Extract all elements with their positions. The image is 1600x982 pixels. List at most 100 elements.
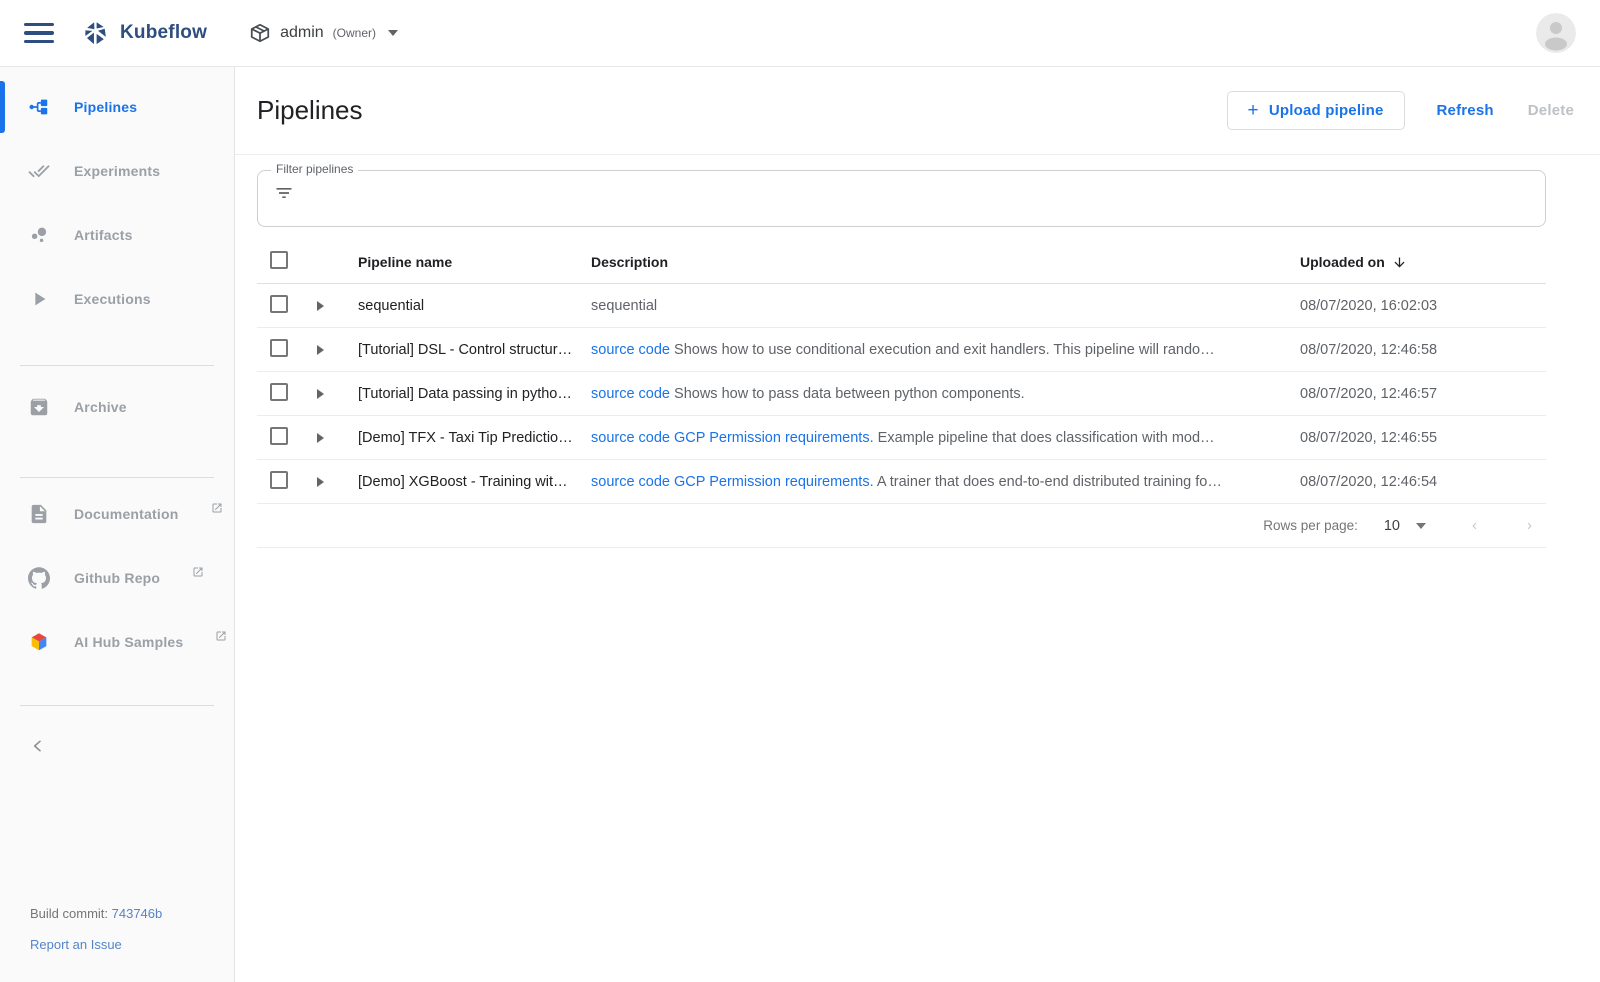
namespace-selector[interactable]: admin (Owner) — [249, 22, 398, 44]
refresh-button[interactable]: Refresh — [1435, 96, 1496, 125]
rows-per-page-value: 10 — [1384, 518, 1400, 534]
next-page-button[interactable] — [1523, 517, 1536, 535]
pipelines-table: Pipeline name Description Uploaded on — [257, 240, 1546, 548]
description-link[interactable]: GCP Permission requirements. — [674, 430, 874, 446]
divider — [20, 705, 214, 706]
sidebar: Pipelines Experiments Artifacts — [0, 67, 235, 982]
plus-icon: + — [1248, 104, 1259, 118]
expand-row-icon[interactable] — [317, 477, 324, 487]
pipeline-name-link[interactable]: [Demo] TFX - Taxi Tip Predictio… — [345, 430, 591, 446]
table-row[interactable]: [Tutorial] Data passing in pytho… source… — [257, 372, 1546, 416]
chevron-down-icon — [388, 30, 398, 36]
chevron-down-icon — [1416, 523, 1426, 529]
sidebar-item-label: AI Hub Samples — [74, 634, 183, 650]
sidebar-item-label: Archive — [74, 399, 127, 415]
sidebar-item-ai-hub-samples[interactable]: AI Hub Samples — [0, 618, 234, 666]
pipelines-icon — [28, 96, 50, 118]
build-commit-link[interactable]: 743746b — [112, 906, 163, 921]
row-checkbox[interactable] — [270, 339, 288, 357]
table-row[interactable]: sequential sequential 08/07/2020, 16:02:… — [257, 284, 1546, 328]
kubeflow-logo-icon — [82, 20, 109, 47]
sidebar-item-label: Executions — [74, 291, 151, 307]
sidebar-item-label: Artifacts — [74, 227, 133, 243]
sidebar-item-artifacts[interactable]: Artifacts — [0, 211, 234, 259]
page-toolbar: Pipelines + Upload pipeline Refresh Dele… — [235, 67, 1600, 155]
executions-icon — [28, 288, 50, 310]
documentation-icon — [28, 503, 50, 525]
pipeline-description: source code GCP Permission requirements.… — [591, 474, 1300, 490]
menu-icon[interactable] — [24, 19, 54, 48]
sidebar-item-archive[interactable]: Archive — [0, 383, 234, 431]
pipeline-name-link[interactable]: [Demo] XGBoost - Training wit… — [345, 474, 591, 490]
namespace-name: admin — [280, 24, 324, 42]
row-checkbox[interactable] — [270, 383, 288, 401]
description-link[interactable]: source code — [591, 342, 670, 358]
divider — [20, 365, 214, 366]
sidebar-item-experiments[interactable]: Experiments — [0, 147, 234, 195]
column-header-description[interactable]: Description — [591, 254, 1300, 270]
toolbar-actions: + Upload pipeline Refresh Delete — [1227, 91, 1576, 130]
sort-descending-icon[interactable] — [1392, 255, 1407, 270]
column-header-uploaded-on[interactable]: Uploaded on — [1300, 253, 1546, 270]
table-header: Pipeline name Description Uploaded on — [257, 240, 1546, 284]
rows-per-page-label: Rows per page: — [1263, 518, 1358, 533]
description-text: Shows how to use conditional execution a… — [670, 342, 1215, 358]
expand-row-icon[interactable] — [317, 433, 324, 443]
uploaded-on-value: 08/07/2020, 12:46:55 — [1300, 430, 1546, 446]
namespace-role: (Owner) — [333, 26, 376, 40]
description-link[interactable]: source code — [591, 430, 670, 446]
uploaded-on-value: 08/07/2020, 16:02:03 — [1300, 298, 1546, 314]
active-indicator — [0, 81, 5, 133]
pipeline-description: source code Shows how to use conditional… — [591, 342, 1300, 358]
sidebar-item-github-repo[interactable]: Github Repo — [0, 554, 234, 602]
sidebar-item-label: Pipelines — [74, 99, 137, 115]
chevron-left-icon — [30, 738, 46, 754]
collapse-sidebar-button[interactable] — [0, 722, 234, 770]
table-row[interactable]: [Tutorial] DSL - Control structur… sourc… — [257, 328, 1546, 372]
build-commit-label: Build commit: — [30, 906, 112, 921]
description-text: A trainer that does end-to-end distribut… — [874, 474, 1222, 490]
pipeline-name-link[interactable]: [Tutorial] Data passing in pytho… — [345, 386, 591, 402]
experiments-icon — [28, 160, 50, 182]
sidebar-item-executions[interactable]: Executions — [0, 275, 234, 323]
sidebar-footer: Build commit: 743746b Report an Issue — [0, 906, 234, 982]
report-issue-link[interactable]: Report an Issue — [30, 937, 122, 952]
description-link[interactable]: source code — [591, 474, 670, 490]
filter-input[interactable]: Filter pipelines — [257, 170, 1546, 227]
sidebar-item-label: Github Repo — [74, 570, 160, 586]
pipeline-name-link[interactable]: [Tutorial] DSL - Control structur… — [345, 342, 591, 358]
expand-row-icon[interactable] — [317, 301, 324, 311]
table-row[interactable]: [Demo] TFX - Taxi Tip Predictio… source … — [257, 416, 1546, 460]
sidebar-item-pipelines[interactable]: Pipelines — [0, 83, 234, 131]
pipeline-description: sequential — [591, 298, 1300, 314]
build-commit: Build commit: 743746b — [30, 906, 234, 921]
row-checkbox[interactable] — [270, 427, 288, 445]
kubeflow-brand[interactable]: Kubeflow — [82, 20, 207, 47]
namespace-box-icon — [249, 22, 271, 44]
github-icon — [28, 567, 50, 589]
pipeline-name-link[interactable]: sequential — [345, 298, 591, 314]
avatar[interactable] — [1536, 13, 1576, 53]
archive-icon — [28, 396, 50, 418]
expand-row-icon[interactable] — [317, 389, 324, 399]
description-text: Example pipeline that does classificatio… — [874, 430, 1215, 446]
pipeline-description: source code GCP Permission requirements.… — [591, 430, 1300, 446]
delete-button[interactable]: Delete — [1526, 96, 1576, 125]
rows-per-page-select[interactable]: 10 — [1384, 518, 1426, 534]
description-link[interactable]: source code — [591, 386, 670, 402]
description-text: Shows how to pass data between python co… — [670, 386, 1025, 402]
previous-page-button[interactable] — [1468, 517, 1481, 535]
description-link[interactable]: GCP Permission requirements. — [674, 474, 874, 490]
upload-pipeline-button[interactable]: + Upload pipeline — [1227, 91, 1405, 130]
content-area: Filter pipelines Pipeline name Descripti… — [235, 155, 1600, 548]
column-header-pipeline-name[interactable]: Pipeline name — [345, 254, 591, 270]
pagination: Rows per page: 10 — [257, 504, 1546, 548]
upload-pipeline-label: Upload pipeline — [1269, 102, 1384, 119]
table-row[interactable]: [Demo] XGBoost - Training wit… source co… — [257, 460, 1546, 504]
sidebar-item-documentation[interactable]: Documentation — [0, 490, 234, 538]
expand-row-icon[interactable] — [317, 345, 324, 355]
row-checkbox[interactable] — [270, 471, 288, 489]
row-checkbox[interactable] — [270, 295, 288, 313]
select-all-checkbox[interactable] — [270, 251, 288, 269]
pipeline-description: source code Shows how to pass data betwe… — [591, 386, 1300, 402]
